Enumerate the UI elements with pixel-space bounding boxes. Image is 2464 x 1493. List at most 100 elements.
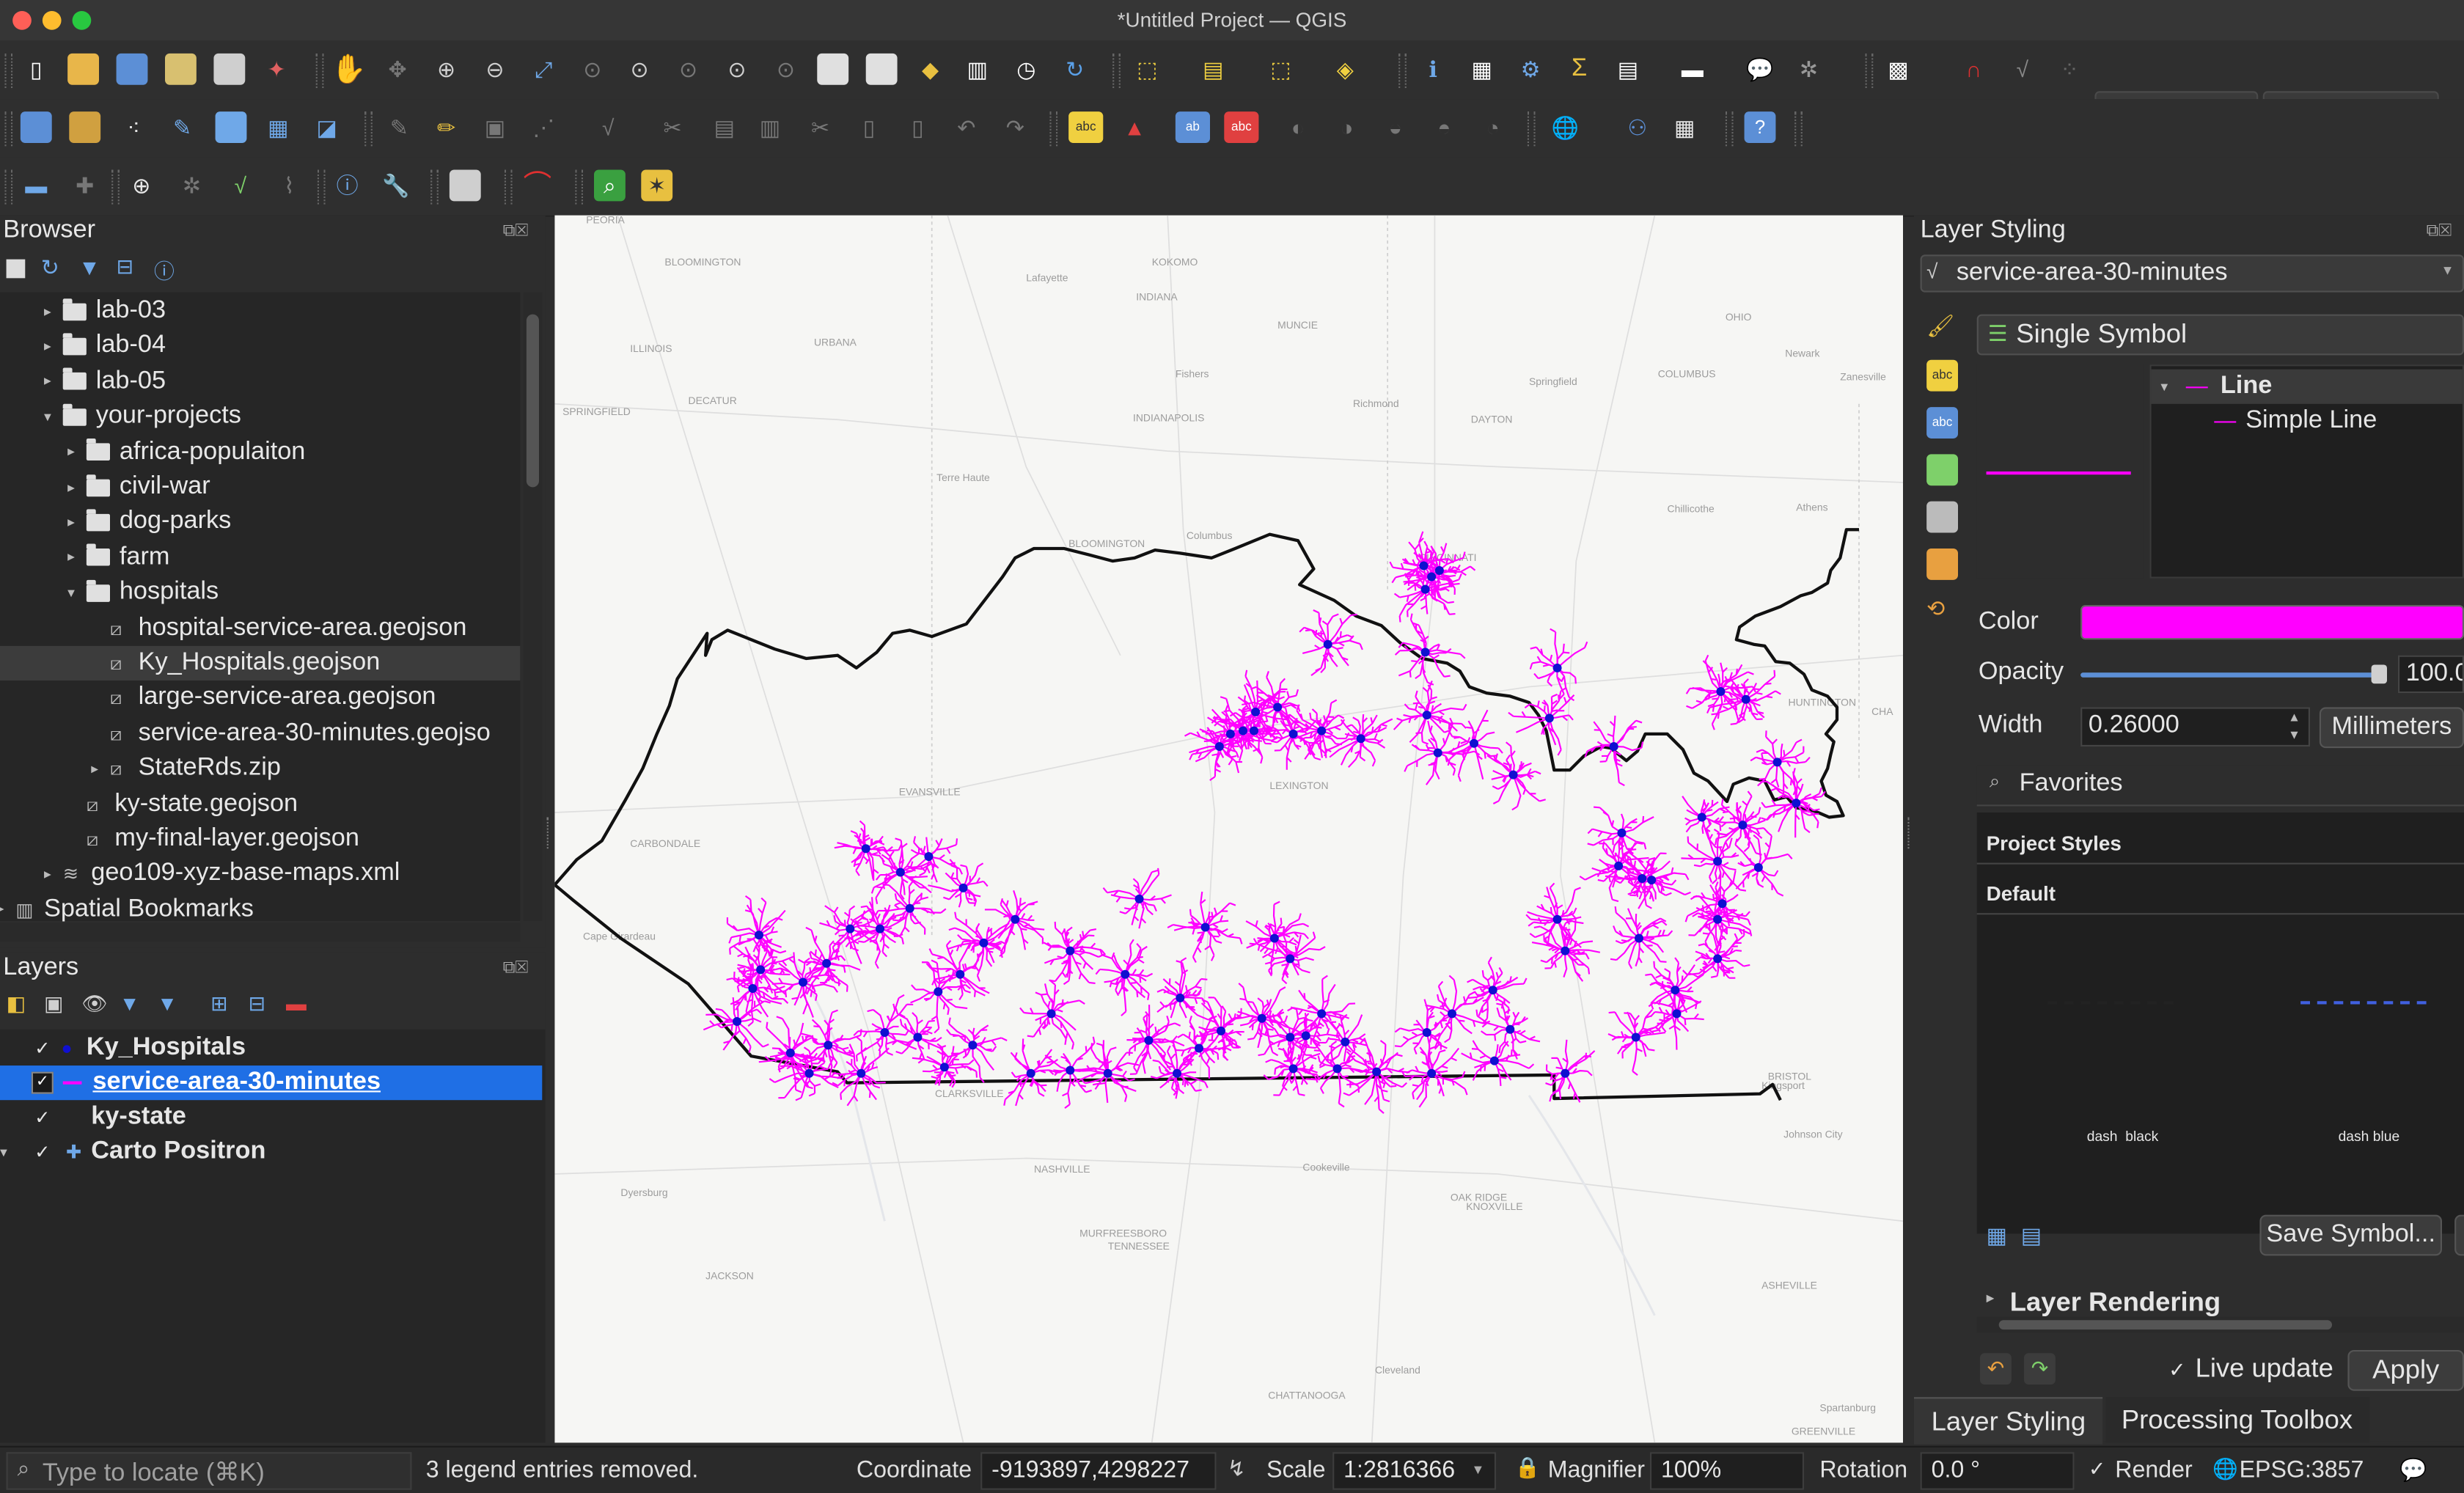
scrollbar-thumb[interactable] bbox=[526, 314, 539, 488]
browser-item[interactable]: ▸ lab-04 bbox=[0, 329, 520, 364]
layer-rendering-group[interactable]: Layer Rendering bbox=[2010, 1287, 2221, 1318]
browser-item[interactable]: ▸ civil-war bbox=[0, 470, 520, 505]
dash-black-preview[interactable] bbox=[2047, 1001, 2174, 1005]
collapse-arrow-icon[interactable]: ▸ bbox=[44, 338, 63, 356]
toolbar-grip[interactable] bbox=[4, 169, 13, 205]
expand-arrow-icon[interactable]: ▾ bbox=[44, 408, 63, 426]
lock-scale-icon[interactable]: 🔒 bbox=[1515, 1456, 1541, 1481]
dash-blue-preview[interactable] bbox=[2300, 1001, 2427, 1005]
new-temporary-layer-icon[interactable]: ✎ bbox=[166, 111, 198, 143]
label-properties-icon[interactable]: ◓ bbox=[1429, 111, 1460, 143]
redo-style-icon[interactable]: ↷ bbox=[2024, 1353, 2056, 1385]
zoom-native-icon[interactable]: ⊙ bbox=[672, 54, 704, 85]
symbol-search-field[interactable]: ⌕ Favorites bbox=[1976, 765, 2464, 807]
toolbar-grip[interactable] bbox=[1527, 111, 1536, 147]
redo-icon[interactable]: ↷ bbox=[1000, 111, 1031, 143]
toolbar-grip[interactable] bbox=[504, 169, 513, 205]
toolbar-grip[interactable] bbox=[575, 169, 583, 205]
add-raster-layer-icon[interactable]: ▦ bbox=[263, 111, 294, 143]
panel-float-close-icons[interactable]: ⧉☒ bbox=[503, 958, 529, 979]
browser-item[interactable]: ▾ hospitals bbox=[0, 576, 520, 610]
scrollbar-thumb[interactable] bbox=[1998, 1320, 2332, 1330]
width-input[interactable]: 0.26000 bbox=[2080, 707, 2310, 746]
refresh-icon[interactable]: ↻ bbox=[1059, 54, 1090, 85]
browser-item[interactable]: ▸ dog-parks bbox=[0, 505, 520, 540]
icon-view-icon[interactable]: ▦ bbox=[1987, 1222, 2007, 1249]
3d-view-tab-icon[interactable] bbox=[1926, 454, 1958, 486]
undo-icon[interactable]: ↶ bbox=[950, 111, 982, 143]
symbology-tab-icon[interactable]: 🖌 bbox=[1926, 312, 1958, 344]
expand-arrow-icon[interactable]: ▸ bbox=[1987, 1291, 1995, 1308]
labels-tab-icon[interactable]: abc bbox=[1926, 359, 1958, 392]
render-checkbox[interactable]: ✓ bbox=[2089, 1457, 2105, 1482]
layer-select-dropdown[interactable]: √ service-area-30-minutes ▾ bbox=[1920, 254, 2464, 293]
identify-features-icon[interactable]: ℹ bbox=[1418, 54, 1449, 85]
deselect-features-icon[interactable]: ⬚ bbox=[1265, 54, 1297, 85]
statistical-summary-icon[interactable]: Σ bbox=[1563, 54, 1595, 85]
field-calculator-icon[interactable]: ▤ bbox=[1613, 54, 1644, 85]
quickmapservices-icon[interactable]: 🌐 bbox=[1550, 111, 1581, 143]
cut-features-icon[interactable]: ▥ bbox=[755, 111, 786, 143]
select-features-icon[interactable]: ⬚ bbox=[1132, 54, 1163, 85]
chevron-down-icon[interactable]: ▾ bbox=[1474, 1461, 1482, 1479]
collapse-all-icon[interactable]: ⊟ bbox=[249, 991, 265, 1016]
browser-item[interactable]: ⧄ ky-state.geojson bbox=[0, 787, 520, 821]
open-attribute-table-icon[interactable]: ▦ bbox=[1466, 54, 1497, 85]
show-layout-manager-icon[interactable] bbox=[213, 53, 246, 85]
splitter-handle[interactable] bbox=[1907, 817, 1914, 849]
messages-icon[interactable]: 💬 bbox=[2399, 1457, 2427, 1483]
list-view-icon[interactable]: ▤ bbox=[2021, 1222, 2042, 1249]
toolbar-grip[interactable] bbox=[111, 169, 120, 205]
toolbar-grip[interactable] bbox=[430, 169, 439, 205]
show-bookmarks-icon[interactable]: ▥ bbox=[961, 54, 993, 85]
current-edits-icon[interactable]: ✎ bbox=[384, 111, 415, 143]
tab-layer-styling[interactable]: Layer Styling bbox=[1914, 1397, 2103, 1445]
map-canvas[interactable]: PEORIA BLOOMINGTON KOKOMO Lafayette INDIANA M… bbox=[554, 215, 1904, 1443]
browser-item[interactable]: ⧄ my-final-layer.geojson bbox=[0, 822, 520, 856]
save-project-icon[interactable] bbox=[116, 53, 148, 85]
toolbar-grip[interactable] bbox=[1794, 111, 1803, 147]
zoom-out-icon[interactable]: ⊖ bbox=[480, 54, 511, 85]
collapse-arrow-icon[interactable]: ▸ bbox=[67, 444, 87, 461]
add-selected-layers-icon[interactable] bbox=[6, 259, 26, 279]
browser-scrollbar[interactable] bbox=[523, 292, 543, 921]
browser-item[interactable]: ⧄ service-area-30-minutes.geojso bbox=[0, 716, 520, 751]
opacity-slider-handle[interactable] bbox=[2371, 664, 2387, 684]
advanced-button[interactable] bbox=[2454, 1214, 2464, 1256]
new-map-view-icon[interactable] bbox=[817, 53, 849, 85]
new-geopackage-layer-icon[interactable] bbox=[69, 111, 101, 144]
add-group-icon[interactable]: ▣ bbox=[44, 991, 63, 1016]
zoom-last-icon[interactable]: ⊙ bbox=[722, 54, 753, 85]
osm-tool-icon[interactable]: ✶ bbox=[641, 169, 673, 202]
undo-style-icon[interactable]: ↶ bbox=[1980, 1353, 2012, 1385]
zoom-layer-icon[interactable]: ⊙ bbox=[624, 54, 656, 85]
tools-icon[interactable]: 🔧 bbox=[381, 169, 412, 201]
toolbar-grip[interactable] bbox=[1865, 53, 1874, 89]
gps-tracking-icon[interactable]: ⌒ bbox=[521, 169, 553, 201]
panel-float-close-icons[interactable]: ⧉☒ bbox=[503, 221, 529, 242]
browser-item[interactable]: ▸ africa-populaiton bbox=[0, 435, 520, 469]
new-print-layout-icon[interactable] bbox=[165, 53, 197, 85]
delete-selected-icon[interactable]: ▤ bbox=[708, 111, 740, 143]
search-plugin-icon[interactable]: ⌕ bbox=[594, 169, 626, 202]
layer-visibility-checkbox[interactable]: ✓ bbox=[34, 1107, 56, 1129]
remove-layer-icon[interactable]: ▬ bbox=[286, 991, 307, 1015]
new-bookmark-icon[interactable]: ◆ bbox=[914, 54, 946, 85]
add-feature-icon[interactable]: ▬ bbox=[21, 169, 52, 201]
paste-features-icon[interactable]: ▯ bbox=[854, 111, 885, 143]
expand-arrow-icon[interactable]: ▾ bbox=[0, 1143, 12, 1161]
copy-features-icon[interactable]: ✂ bbox=[804, 111, 836, 143]
georeferencer-icon[interactable] bbox=[449, 169, 481, 202]
reshape-icon[interactable]: ⌇ bbox=[274, 169, 305, 201]
diagram-icon[interactable]: ▲ bbox=[1119, 111, 1151, 143]
select-by-location-icon[interactable]: ◈ bbox=[1330, 54, 1361, 85]
toolbar-grip[interactable] bbox=[1112, 53, 1121, 89]
modify-attributes-icon[interactable]: ✂ bbox=[657, 111, 689, 143]
new-virtual-layer-icon[interactable] bbox=[215, 111, 247, 144]
layer-item-ky-hospitals[interactable]: ✓ Ky_Hospitals bbox=[0, 1031, 546, 1065]
toolbar-grip[interactable] bbox=[315, 53, 324, 89]
add-part-icon[interactable]: ⊕ bbox=[125, 169, 157, 201]
layer-item-ky-state[interactable]: ✓ ky-state bbox=[0, 1100, 546, 1134]
clipboard-icon[interactable]: ▯ bbox=[902, 111, 934, 143]
diagrams-tab-icon[interactable] bbox=[1926, 548, 1958, 580]
